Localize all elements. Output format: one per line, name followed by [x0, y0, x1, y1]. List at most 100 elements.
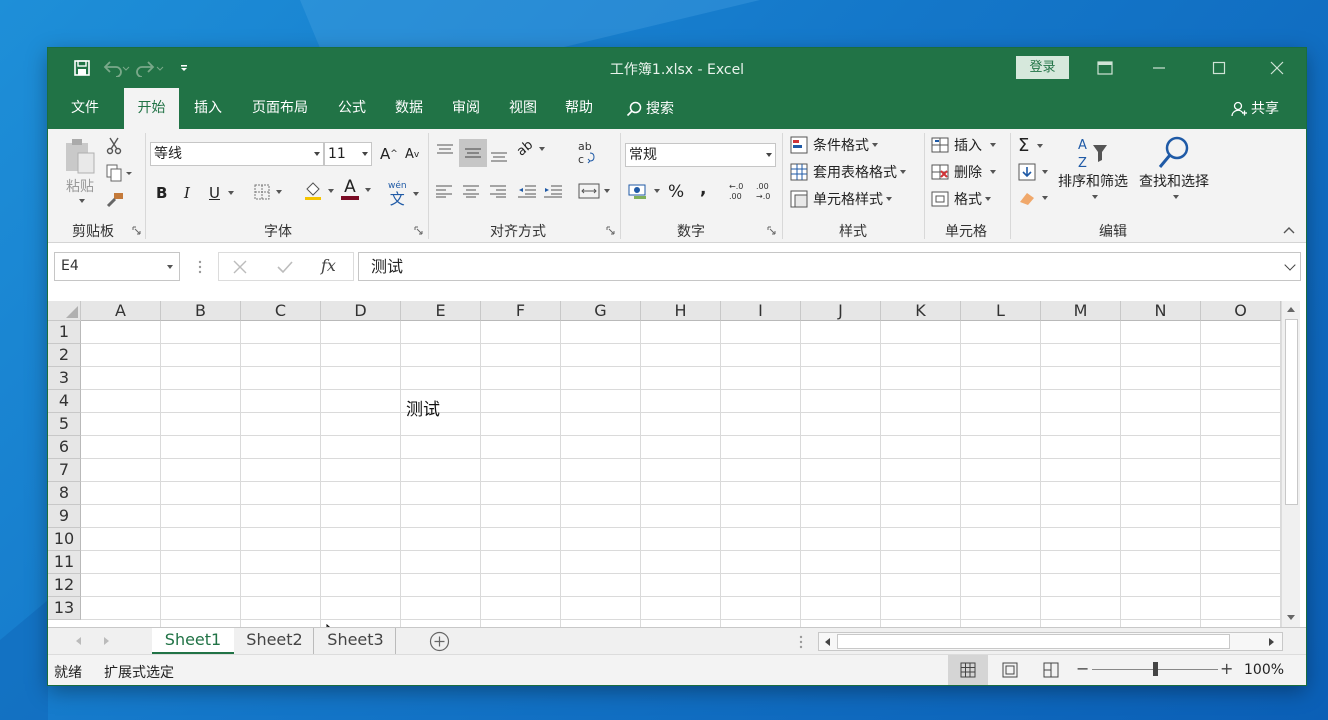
- column-header-e[interactable]: E: [401, 301, 481, 321]
- align-left-icon[interactable]: [435, 184, 453, 198]
- tab-view[interactable]: 视图: [500, 88, 546, 129]
- cell-e4[interactable]: 测试: [406, 395, 440, 420]
- row-header-9[interactable]: 9: [48, 505, 81, 528]
- conditional-format-button[interactable]: 条件格式: [790, 135, 878, 155]
- increase-indent-icon[interactable]: [543, 184, 563, 198]
- underline-button[interactable]: U: [209, 184, 234, 202]
- tab-home[interactable]: 开始: [124, 88, 179, 129]
- alignment-launcher-icon[interactable]: [606, 226, 615, 235]
- collapse-ribbon-icon[interactable]: [1283, 225, 1295, 235]
- wrap-text-icon[interactable]: ab c: [576, 139, 596, 165]
- scroll-right-icon[interactable]: [1268, 637, 1276, 647]
- prev-sheet-icon[interactable]: [74, 636, 82, 646]
- login-button[interactable]: 登录: [1016, 56, 1069, 79]
- tab-insert[interactable]: 插入: [184, 88, 232, 129]
- zoom-level[interactable]: 100%: [1244, 662, 1284, 678]
- font-size-select[interactable]: 11: [324, 142, 372, 166]
- tab-page-layout[interactable]: 页面布局: [240, 88, 320, 129]
- column-header-k[interactable]: K: [881, 301, 961, 321]
- horizontal-scrollbar[interactable]: [818, 632, 1283, 651]
- number-format-select[interactable]: 常规: [625, 143, 776, 167]
- normal-view-button[interactable]: [948, 655, 988, 685]
- fill-color-button[interactable]: [304, 181, 334, 201]
- next-sheet-icon[interactable]: [103, 636, 111, 646]
- column-header-n[interactable]: N: [1121, 301, 1201, 321]
- search-button[interactable]: 搜索: [618, 88, 682, 129]
- zoom-in-icon[interactable]: +: [1220, 659, 1233, 678]
- font-family-select[interactable]: 等线: [150, 142, 324, 166]
- scroll-down-icon[interactable]: [1286, 614, 1296, 622]
- format-painter-icon[interactable]: [106, 192, 124, 208]
- close-icon[interactable]: [1254, 48, 1300, 88]
- maximize-icon[interactable]: [1196, 48, 1242, 88]
- zoom-out-icon[interactable]: −: [1076, 659, 1089, 678]
- worksheet-grid[interactable]: ABCDEFGHIJKLMNO 1 2 3 4 5 6 7 8 9 10 11 12 13 测试: [48, 301, 1281, 627]
- align-bottom-icon[interactable]: [489, 147, 509, 163]
- font-color-button[interactable]: A: [341, 179, 371, 200]
- horizontal-scroll-thumb[interactable]: [837, 634, 1230, 649]
- vertical-scrollbar[interactable]: [1281, 301, 1300, 627]
- fill-button[interactable]: [1018, 163, 1048, 181]
- column-header-d[interactable]: D: [321, 301, 401, 321]
- page-layout-view-icon[interactable]: [1002, 662, 1018, 678]
- cell-styles-button[interactable]: 单元格样式: [790, 189, 892, 209]
- comma-button[interactable]: ,: [700, 179, 706, 199]
- minimize-icon[interactable]: [1136, 48, 1182, 88]
- cut-icon[interactable]: [106, 137, 122, 155]
- number-launcher-icon[interactable]: [767, 226, 776, 235]
- tab-split-grip-icon[interactable]: [799, 634, 803, 650]
- column-header-f[interactable]: F: [481, 301, 561, 321]
- row-header-6[interactable]: 6: [48, 436, 81, 459]
- align-top-icon[interactable]: [435, 143, 455, 159]
- orientation-icon[interactable]: ab: [514, 138, 546, 159]
- new-sheet-icon[interactable]: [429, 631, 450, 652]
- row-header-5[interactable]: 5: [48, 413, 81, 436]
- insert-cells-button[interactable]: 插入: [931, 135, 996, 155]
- cancel-icon[interactable]: [233, 260, 247, 274]
- decrease-indent-icon[interactable]: [517, 184, 537, 198]
- tab-help[interactable]: 帮助: [556, 88, 602, 129]
- scroll-up-icon[interactable]: [1286, 305, 1296, 313]
- row-header-1[interactable]: 1: [48, 321, 81, 344]
- paste-button[interactable]: 粘贴: [60, 137, 100, 207]
- delete-cells-button[interactable]: 删除: [931, 162, 996, 182]
- name-box[interactable]: E4: [54, 252, 180, 281]
- insert-function-icon[interactable]: fx: [321, 256, 336, 275]
- zoom-slider[interactable]: [1092, 662, 1218, 676]
- column-header-h[interactable]: H: [641, 301, 721, 321]
- row-header-4[interactable]: 4: [48, 390, 81, 413]
- row-header-11[interactable]: 11: [48, 551, 81, 574]
- copy-icon[interactable]: [106, 164, 132, 182]
- borders-button[interactable]: [254, 184, 282, 200]
- column-header-l[interactable]: L: [961, 301, 1041, 321]
- page-break-view-icon[interactable]: [1043, 662, 1059, 678]
- row-header-7[interactable]: 7: [48, 459, 81, 482]
- vertical-scroll-thumb[interactable]: [1285, 319, 1298, 505]
- grow-font-button[interactable]: A ^: [380, 145, 398, 163]
- row-header-13[interactable]: 13: [48, 597, 81, 620]
- shrink-font-button[interactable]: Av: [405, 147, 419, 162]
- column-header-m[interactable]: M: [1041, 301, 1121, 321]
- scroll-left-icon[interactable]: [823, 637, 831, 647]
- sort-filter-button[interactable]: AZ 排序和筛选: [1056, 135, 1130, 199]
- align-center-icon[interactable]: [462, 184, 480, 198]
- ribbon-display-icon[interactable]: [1082, 48, 1128, 88]
- clipboard-launcher-icon[interactable]: [132, 226, 141, 235]
- column-header-c[interactable]: C: [241, 301, 321, 321]
- column-header-a[interactable]: A: [81, 301, 161, 321]
- tab-data[interactable]: 数据: [386, 88, 432, 129]
- clear-button[interactable]: [1018, 190, 1048, 206]
- accounting-format-icon[interactable]: [628, 182, 660, 200]
- formula-bar-grip-icon[interactable]: [198, 259, 202, 275]
- align-middle-icon[interactable]: [459, 139, 487, 167]
- percent-button[interactable]: %: [668, 182, 684, 202]
- formula-input[interactable]: 测试: [358, 252, 1301, 281]
- bold-button[interactable]: B: [156, 184, 167, 202]
- font-launcher-icon[interactable]: [414, 226, 423, 235]
- column-header-i[interactable]: I: [721, 301, 801, 321]
- column-header-b[interactable]: B: [161, 301, 241, 321]
- sheet-tab-sheet2[interactable]: Sheet2: [236, 628, 314, 654]
- row-header-12[interactable]: 12: [48, 574, 81, 597]
- italic-button[interactable]: I: [184, 184, 190, 202]
- row-header-10[interactable]: 10: [48, 528, 81, 551]
